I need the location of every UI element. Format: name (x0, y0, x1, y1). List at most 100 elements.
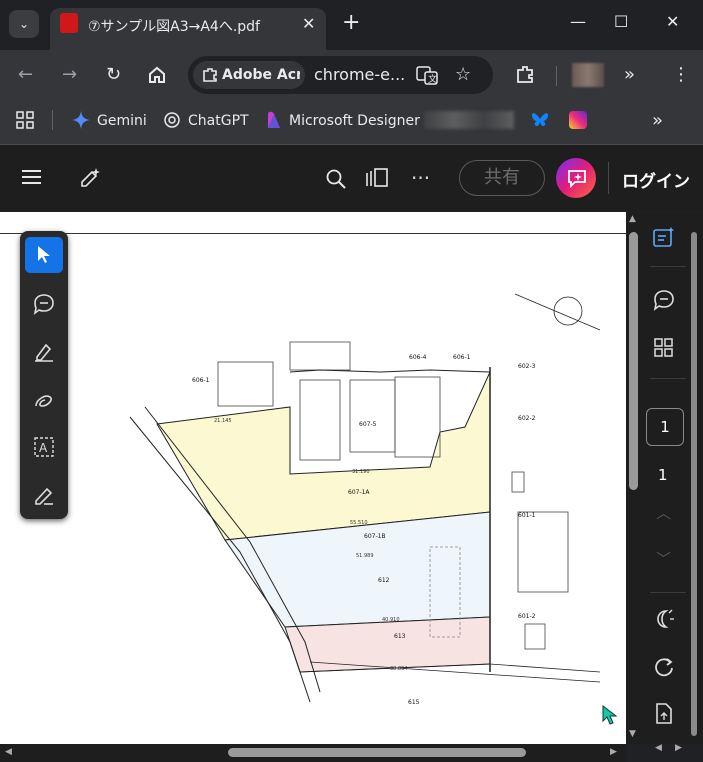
measurement: 40.910 (382, 617, 400, 623)
overflow-chevron-icon[interactable]: » (624, 64, 635, 85)
designer-icon (268, 111, 280, 128)
bluesky-icon[interactable] (530, 111, 550, 129)
window-close-icon[interactable]: ✕ (666, 12, 679, 31)
home-icon[interactable] (147, 65, 167, 85)
profile-avatar[interactable] (572, 63, 604, 87)
omnibox-url[interactable]: chrome-e... (314, 65, 405, 84)
svg-text:A: A (39, 441, 48, 455)
search-icon[interactable] (325, 168, 347, 190)
ai-edit-icon[interactable] (79, 166, 103, 190)
tab-search-button[interactable]: ⌄ (9, 10, 39, 38)
lot-label: 601-2 (518, 613, 536, 620)
cursor-select-icon (38, 246, 50, 263)
document-export-icon[interactable] (653, 702, 675, 726)
lot-label: 606-1 (453, 354, 471, 361)
rail-scroll-right-icon[interactable]: ▶ (675, 743, 682, 753)
previous-page-icon[interactable]: ︿ (656, 502, 671, 523)
survey-map-drawing: 606-4 606-1 602-3 606-1 602-2 607-5 607-… (129, 293, 601, 706)
building-1 (289, 341, 351, 371)
lot-label: 607-1B (364, 533, 386, 540)
building-6 (511, 471, 525, 493)
bookmarks-divider (52, 110, 53, 130)
building-8 (524, 623, 546, 650)
minimize-icon[interactable]: — (570, 12, 586, 31)
omnibox-chip-label: Adobe Acrobat (222, 67, 300, 83)
apps-grid-icon[interactable] (16, 111, 34, 129)
rail-scroll-left-icon[interactable]: ◀ (655, 743, 662, 753)
building-3 (299, 379, 341, 461)
close-tab-icon[interactable]: ✕ (302, 14, 315, 33)
lot-label: 607-1A (348, 489, 370, 496)
scroll-right-arrow-icon[interactable]: ▶ (610, 747, 617, 757)
more-options-icon[interactable]: ··· (411, 166, 430, 190)
mouse-cursor-icon (602, 705, 618, 725)
scroll-up-arrow-icon[interactable]: ▲ (629, 214, 636, 224)
rail-divider-3 (650, 592, 686, 593)
lot-label: 606-4 (409, 354, 427, 361)
rail-divider (650, 266, 686, 267)
maximize-icon[interactable]: ☐ (614, 12, 628, 31)
highlight-pen-icon[interactable] (33, 340, 55, 362)
lot-label: 615 (408, 699, 420, 706)
building-2 (217, 361, 274, 407)
acrobat-header (0, 145, 703, 211)
next-page-icon[interactable]: ﹀ (656, 548, 671, 569)
rail-scrollbar-thumb[interactable] (691, 232, 697, 736)
pdf-icon (60, 13, 78, 33)
bookmark-microsoft-designer[interactable]: Microsoft Designer (289, 113, 420, 129)
new-tab-button[interactable]: + (342, 10, 360, 35)
header-divider (608, 162, 609, 194)
lot-label: 607-5 (359, 421, 377, 428)
lot-label: 602-3 (518, 363, 536, 370)
extension-icon (203, 68, 217, 82)
forward-icon[interactable]: → (62, 64, 77, 85)
toolbar-divider (556, 66, 557, 86)
page-scrollbar-thumb[interactable] (629, 232, 638, 490)
ai-summary-icon[interactable] (652, 226, 676, 250)
total-pages: 1 (658, 466, 668, 484)
lot-pink-area (284, 616, 491, 673)
instagram-icon[interactable] (569, 111, 587, 129)
building-4 (349, 379, 396, 453)
lot-label: 613 (394, 633, 406, 640)
bookmark-star-icon[interactable]: ☆ (455, 64, 471, 85)
measurement: 51.989 (356, 553, 374, 559)
page-view-icon[interactable] (366, 167, 390, 189)
horizontal-scrollbar-thumb[interactable] (228, 748, 526, 757)
measurement: 21.145 (214, 418, 232, 424)
browser-menu-icon[interactable]: ⋮ (672, 64, 690, 85)
building-7 (517, 511, 569, 593)
measurement: 55.510 (350, 520, 368, 526)
share-button[interactable]: 共有 (459, 160, 545, 196)
freehand-draw-icon[interactable] (33, 390, 55, 412)
translate-icon[interactable]: 文 (416, 65, 438, 85)
lot-label: 601-1 (518, 512, 536, 519)
measurement: 31.190 (352, 469, 370, 475)
bookmark-gemini[interactable]: Gemini (97, 113, 147, 129)
north-boundary (289, 369, 491, 373)
blurred-bookmark[interactable] (424, 111, 514, 129)
back-icon[interactable]: ← (18, 64, 33, 85)
bookmark-chatgpt[interactable]: ChatGPT (188, 113, 249, 129)
tab-title: ⑦サンプル図A3→A4へ.pdf (88, 19, 260, 35)
rotate-icon[interactable] (653, 656, 675, 678)
comments-panel-icon[interactable] (652, 288, 676, 312)
reload-icon[interactable]: ↻ (106, 64, 121, 85)
scroll-left-arrow-icon[interactable]: ◀ (5, 747, 12, 757)
scroll-down-arrow-icon[interactable]: ▼ (629, 729, 636, 739)
rail-divider-2 (650, 378, 686, 379)
lot-label: 602-2 (518, 415, 536, 422)
sign-pen-icon[interactable] (33, 484, 55, 506)
extensions-puzzle-icon[interactable] (515, 64, 535, 84)
thumbnails-grid-icon[interactable] (653, 337, 675, 359)
gemini-icon (72, 111, 90, 129)
dark-mode-icon[interactable] (652, 607, 676, 631)
login-button[interactable]: ログイン (622, 167, 690, 192)
quick-tools-panel (20, 231, 68, 519)
comment-tool-icon[interactable] (33, 293, 55, 315)
bookmarks-overflow-icon[interactable]: » (652, 110, 663, 131)
svg-text:文: 文 (428, 73, 437, 85)
hamburger-menu-icon[interactable] (22, 168, 42, 186)
current-page-input[interactable]: 1 (646, 408, 684, 446)
text-box-icon[interactable]: A (33, 436, 55, 458)
